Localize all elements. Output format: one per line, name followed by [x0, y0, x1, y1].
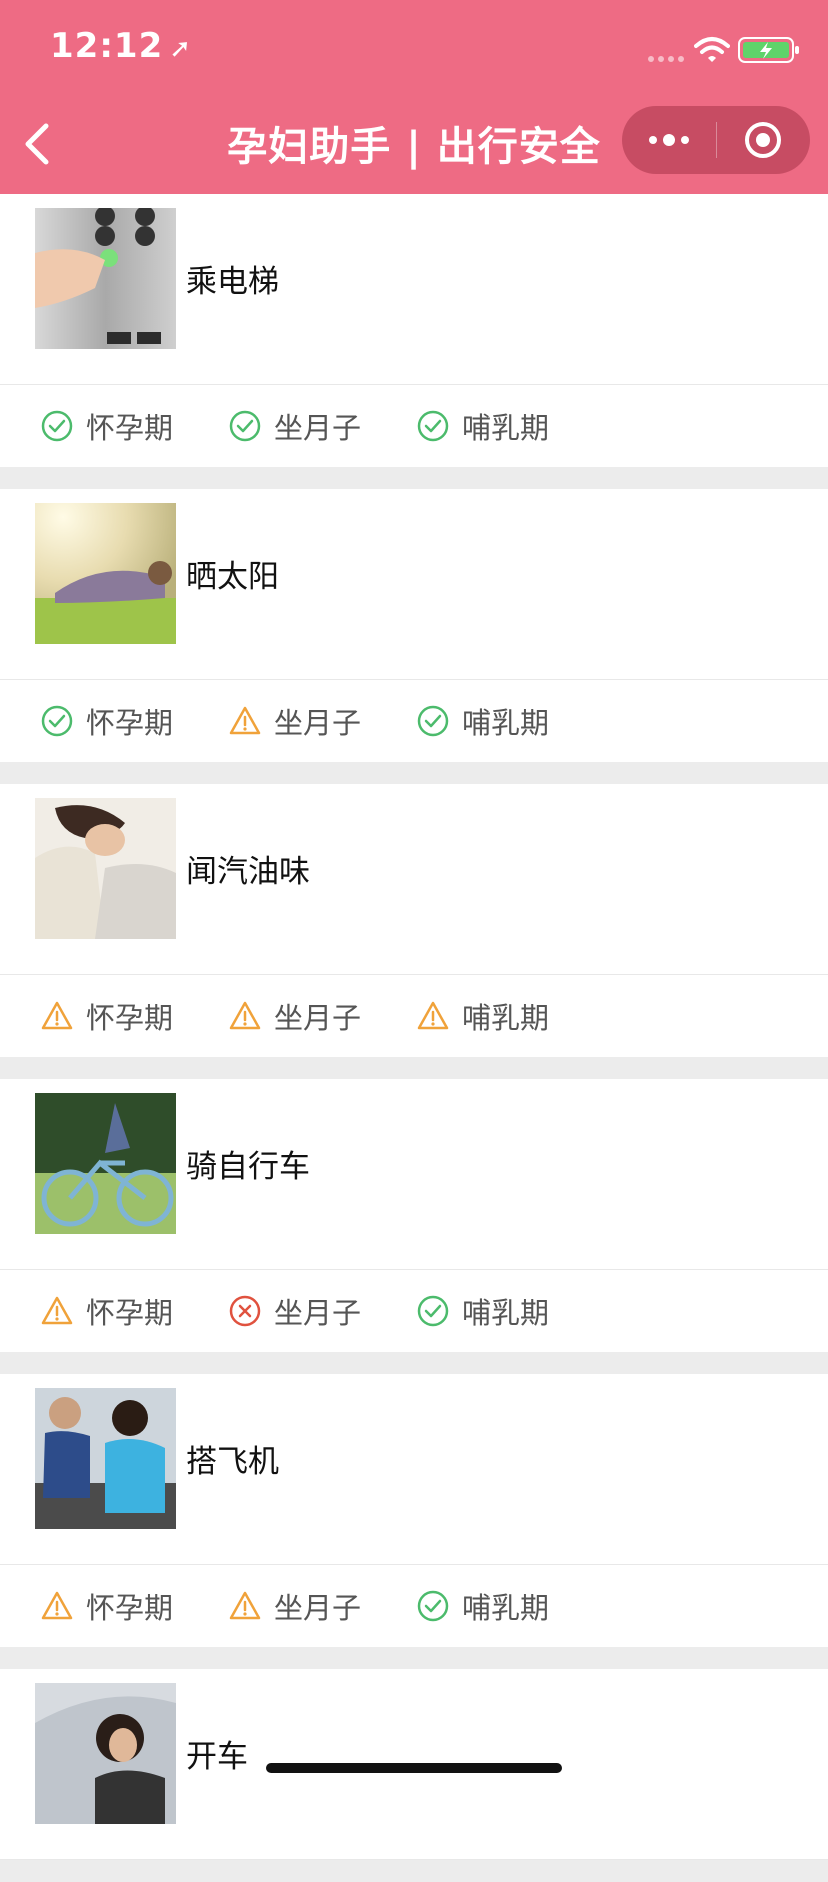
check-circle-icon	[417, 705, 449, 737]
check-circle-icon	[417, 410, 449, 442]
cross-circle-icon	[229, 1295, 261, 1327]
status-tag-label: 哺乳期	[462, 706, 550, 740]
status-tags-row: 怀孕期 坐月子 哺乳期	[0, 975, 828, 1057]
cellular-signal-icon	[648, 56, 684, 62]
status-tag-label: 坐月子	[274, 1591, 362, 1625]
status-tag-label: 坐月子	[274, 411, 362, 445]
status-tag-label: 怀孕期	[86, 411, 174, 445]
battery-charging-icon	[738, 37, 799, 63]
status-tag-label: 怀孕期	[86, 706, 174, 740]
home-indicator	[266, 1763, 562, 1773]
check-circle-icon	[229, 410, 261, 442]
status-tag-safe: 哺乳期	[416, 1585, 604, 1627]
elevator-photo	[35, 208, 176, 349]
warning-triangle-icon	[229, 706, 261, 735]
activity-card[interactable]: 乘电梯怀孕期 坐月子 哺乳期	[0, 194, 828, 467]
status-tag-label: 坐月子	[274, 706, 362, 740]
mini-program-capsule	[622, 106, 810, 174]
gasoline-smell-photo	[35, 798, 176, 939]
status-tags-row: 怀孕期 坐月子 哺乳期	[0, 680, 828, 762]
status-tag-label: 哺乳期	[462, 1296, 550, 1330]
activity-name: 乘电梯	[186, 264, 279, 300]
warning-triangle-icon	[229, 1591, 261, 1620]
status-tag-caution: 怀孕期	[40, 1585, 228, 1627]
status-tag-label: 哺乳期	[462, 411, 550, 445]
status-tag-caution: 坐月子	[228, 995, 416, 1037]
activity-card[interactable]: 骑自行车怀孕期 坐月子 哺乳期	[0, 1079, 828, 1352]
location-arrow-icon: ➚	[169, 34, 193, 64]
status-tag-safe: 坐月子	[228, 405, 416, 447]
warning-triangle-icon	[229, 1001, 261, 1030]
status-tags-row: 怀孕期 坐月子 哺乳期	[0, 385, 828, 467]
airplane-photo	[35, 1388, 176, 1529]
more-menu-button[interactable]	[622, 106, 716, 174]
close-mini-program-button[interactable]	[717, 106, 811, 174]
warning-triangle-icon	[41, 1296, 73, 1325]
activity-name: 晒太阳	[186, 559, 279, 595]
activity-name: 骑自行车	[186, 1149, 310, 1185]
driving-photo	[35, 1683, 176, 1824]
status-tag-label: 怀孕期	[86, 1296, 174, 1330]
status-tag-label: 坐月子	[274, 1001, 362, 1035]
activity-card[interactable]: 搭飞机怀孕期 坐月子 哺乳期	[0, 1374, 828, 1647]
status-tag-caution: 哺乳期	[416, 995, 604, 1037]
sunbathing-photo	[35, 503, 176, 644]
status-tag-safe: 哺乳期	[416, 700, 604, 742]
status-tag-caution: 怀孕期	[40, 1290, 228, 1332]
status-tag-safe: 怀孕期	[40, 405, 228, 447]
status-tag-safe: 哺乳期	[416, 1290, 604, 1332]
target-circle-icon	[745, 122, 782, 158]
bicycle-photo	[35, 1093, 176, 1234]
warning-triangle-icon	[41, 1001, 73, 1030]
check-circle-icon	[417, 1295, 449, 1327]
status-tag-caution: 坐月子	[228, 700, 416, 742]
more-dots-icon	[648, 134, 689, 146]
activity-list: 乘电梯 怀孕期 坐月子 哺乳期 晒太阳 怀孕期 坐月子 哺乳期 闻汽油味 怀孕期 坐月子 哺乳期 骑自行…	[0, 194, 828, 1882]
activity-name: 开车	[186, 1739, 248, 1775]
status-tag-safe: 怀孕期	[40, 700, 228, 742]
status-bar-time: 12:12 ➚	[50, 26, 192, 66]
wifi-icon	[694, 37, 730, 62]
check-circle-icon	[41, 410, 73, 442]
status-tag-label: 哺乳期	[462, 1591, 550, 1625]
warning-triangle-icon	[41, 1591, 73, 1620]
status-tag-label: 坐月子	[274, 1296, 362, 1330]
activity-card-header[interactable]: 骑自行车	[0, 1079, 828, 1270]
status-tag-safe: 哺乳期	[416, 405, 604, 447]
activity-card-header[interactable]: 晒太阳	[0, 489, 828, 680]
activity-name: 搭飞机	[186, 1444, 279, 1480]
status-tag-label: 怀孕期	[86, 1591, 174, 1625]
activity-card[interactable]: 晒太阳怀孕期 坐月子 哺乳期	[0, 489, 828, 762]
status-tag-label: 怀孕期	[86, 1001, 174, 1035]
app-header: 12:12 ➚ 孕妇助手 | 出行安全	[0, 0, 828, 194]
status-tags-row: 怀孕期 坐月子 哺乳期	[0, 1270, 828, 1352]
status-tags-row: 怀孕期 坐月子 哺乳期	[0, 1565, 828, 1647]
activity-card-header[interactable]: 闻汽油味	[0, 784, 828, 975]
warning-triangle-icon	[417, 1001, 449, 1030]
time-text: 12:12	[50, 26, 164, 66]
activity-name: 闻汽油味	[186, 854, 310, 890]
activity-card-header[interactable]: 搭飞机	[0, 1374, 828, 1565]
status-tag-forbidden: 坐月子	[228, 1290, 416, 1332]
check-circle-icon	[41, 705, 73, 737]
status-tag-caution: 怀孕期	[40, 995, 228, 1037]
status-tag-label: 哺乳期	[462, 1001, 550, 1035]
activity-card-header[interactable]: 乘电梯	[0, 194, 828, 385]
check-circle-icon	[417, 1590, 449, 1622]
status-tag-caution: 坐月子	[228, 1585, 416, 1627]
activity-card[interactable]: 闻汽油味怀孕期 坐月子 哺乳期	[0, 784, 828, 1057]
